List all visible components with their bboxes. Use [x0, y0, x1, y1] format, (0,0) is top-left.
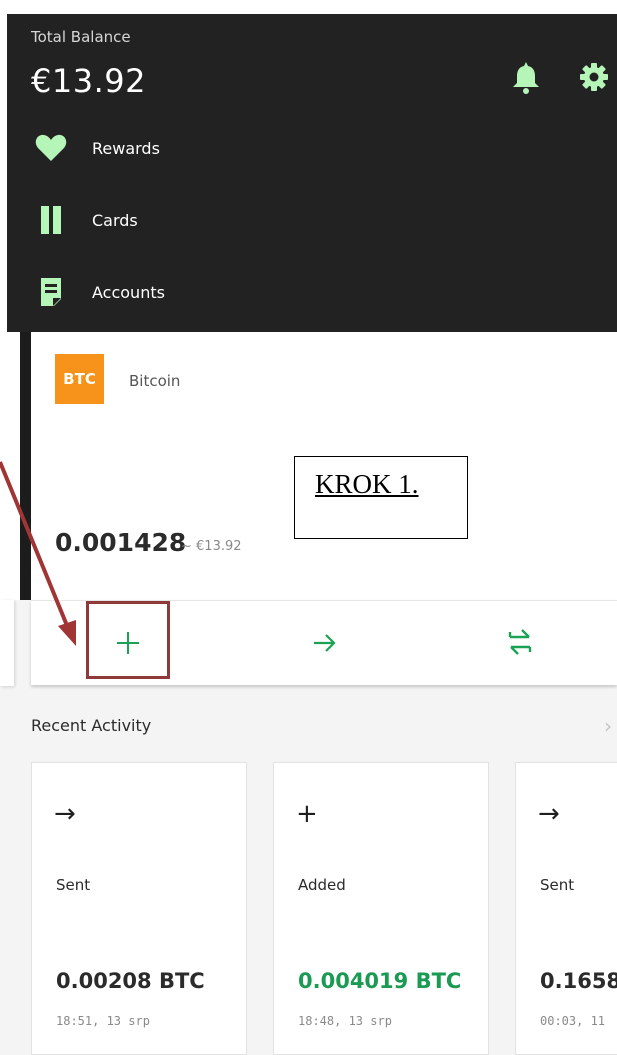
wallet-amount: 0.001428 — [55, 528, 187, 557]
activity-time: 00:03, 11 — [540, 1014, 606, 1028]
btc-badge: BTC — [55, 354, 104, 404]
activity-card[interactable]: → Sent 0.00208 BTC 18:51, 13 srp — [31, 762, 247, 1055]
activity-type: Sent — [56, 876, 91, 894]
activity-time: 18:48, 13 srp — [298, 1014, 392, 1028]
arrow-right-icon — [314, 634, 336, 652]
total-balance-label: Total Balance — [31, 28, 131, 46]
nav-label-rewards: Rewards — [92, 138, 160, 158]
activity-amount: 0.00208 BTC — [56, 969, 205, 993]
bell-icon[interactable] — [510, 60, 542, 94]
nav-item-cards[interactable]: Cards — [35, 200, 138, 240]
accounts-icon — [35, 277, 67, 307]
plus-icon: + — [296, 799, 318, 829]
swap-icon — [508, 629, 532, 655]
total-balance-value: €13.92 — [31, 62, 146, 100]
activity-type: Added — [298, 876, 346, 894]
previous-card-peek[interactable] — [0, 600, 14, 686]
nav-item-rewards[interactable]: Rewards — [35, 128, 160, 168]
nav-label-accounts: Accounts — [92, 282, 165, 302]
activity-amount: 0.004019 BTC — [298, 969, 462, 993]
chevron-right-icon[interactable]: › — [604, 714, 612, 738]
cards-icon — [35, 205, 67, 235]
nav-label-cards: Cards — [92, 210, 138, 230]
arrow-right-icon: → — [54, 799, 76, 829]
activity-amount: 0.1658 — [540, 969, 617, 993]
highlight-box — [86, 601, 170, 679]
left-rail-divider — [20, 332, 31, 600]
exchange-button[interactable] — [504, 625, 536, 659]
coin-name: Bitcoin — [129, 372, 181, 390]
step-annotation-box: KROK 1. — [294, 456, 468, 539]
arrow-right-icon: → — [538, 799, 560, 829]
wallet-card[interactable]: BTC Bitcoin KROK 1. 0.001428 ~ €13.92 — [31, 332, 617, 600]
recent-activity-title: Recent Activity — [31, 716, 152, 735]
activity-card[interactable]: → Sent 0.1658 00:03, 11 — [515, 762, 617, 1055]
gear-icon[interactable] — [579, 62, 609, 92]
activity-card[interactable]: + Added 0.004019 BTC 18:48, 13 srp — [273, 762, 489, 1055]
heart-icon — [35, 133, 67, 163]
nav-item-accounts[interactable]: Accounts — [35, 272, 165, 312]
balance-header: Total Balance €13.92 Rewards Cards Accou… — [7, 14, 617, 332]
activity-time: 18:51, 13 srp — [56, 1014, 150, 1028]
step-annotation-text: KROK 1. — [315, 469, 419, 499]
send-button[interactable] — [309, 627, 341, 659]
wallet-fiat-amount: ~ €13.92 — [181, 539, 242, 554]
activity-type: Sent — [540, 876, 575, 894]
